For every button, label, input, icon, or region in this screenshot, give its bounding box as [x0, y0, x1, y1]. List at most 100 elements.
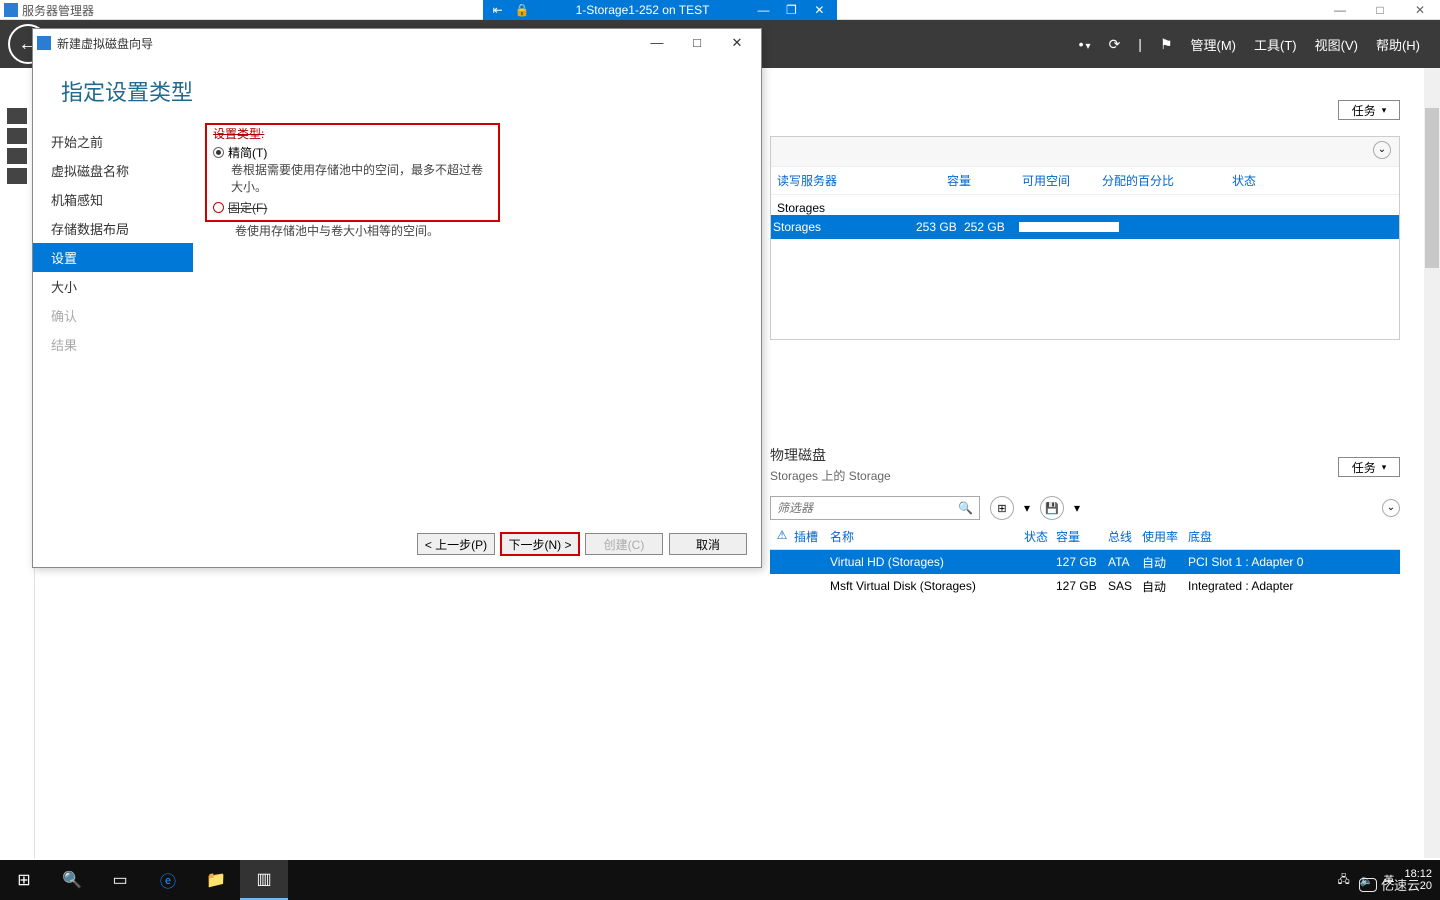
- wizard-nav-before[interactable]: 开始之前: [33, 127, 193, 156]
- col-usage[interactable]: 使用率: [1142, 528, 1188, 545]
- wizard-icon: [37, 36, 51, 50]
- wizard-nav-enclosure[interactable]: 机箱感知: [33, 185, 193, 214]
- notifications-dropdown[interactable]: •: [1079, 36, 1091, 52]
- wizard-minimize-button[interactable]: —: [637, 35, 677, 51]
- wizard-maximize-button[interactable]: □: [677, 35, 717, 51]
- refresh-icon[interactable]: ⟳: [1109, 36, 1121, 53]
- tray-network-icon[interactable]: 🖧: [1338, 871, 1350, 890]
- pool-name: Storages: [771, 220, 916, 234]
- vm-restore-button[interactable]: ❐: [777, 0, 805, 20]
- tasks-dropdown-top[interactable]: 任务: [1338, 100, 1400, 120]
- search-button[interactable]: 🔍: [48, 860, 96, 900]
- pool-free: 252 GB: [964, 220, 1019, 234]
- wizard-titlebar[interactable]: 新建虚拟磁盘向导 — □ ✕: [33, 29, 761, 57]
- physical-disk-row[interactable]: Virtual HD (Storages) 127 GB ATA 自动 PCI …: [770, 550, 1400, 574]
- lock-icon: 🔒: [515, 3, 530, 17]
- col-name[interactable]: 名称: [830, 528, 1024, 545]
- vm-titlebar: 服务器管理器 ⇤ 🔒 1-Storage1-252 on TEST — ❐ ✕ …: [0, 0, 1440, 20]
- menu-help[interactable]: 帮助(H): [1376, 35, 1420, 54]
- task-view-button[interactable]: ▭: [96, 860, 144, 900]
- prev-button[interactable]: < 上一步(P): [417, 533, 495, 555]
- tasks-dropdown-physdisk[interactable]: 任务: [1338, 457, 1400, 477]
- vm-connection-bar[interactable]: ⇤ 🔒 1-Storage1-252 on TEST — ❐ ✕: [483, 0, 838, 20]
- watermark-icon: [1359, 878, 1377, 892]
- wizard-heading: 指定设置类型: [33, 57, 761, 119]
- col-bus[interactable]: 总线: [1108, 528, 1142, 545]
- app-titlebar: 服务器管理器: [0, 0, 94, 20]
- col-slot[interactable]: 插槽: [794, 528, 830, 545]
- app-title: 服务器管理器: [22, 2, 94, 19]
- col-capacity[interactable]: 容量: [1056, 528, 1108, 545]
- nav-file-services-icon[interactable]: [7, 168, 27, 184]
- physical-disk-title: 物理磁盘: [770, 445, 1400, 465]
- wizard-close-button[interactable]: ✕: [717, 35, 757, 51]
- collapse-physdisk-icon[interactable]: ⌄: [1382, 499, 1400, 517]
- wizard-title: 新建虚拟磁盘向导: [57, 35, 153, 52]
- server-manager-taskbar-icon[interactable]: ▥: [240, 860, 288, 900]
- nav-dashboard-icon[interactable]: [7, 108, 27, 124]
- wizard-nav-layout[interactable]: 存储数据布局: [33, 214, 193, 243]
- filter-save-icon[interactable]: 💾: [1040, 496, 1064, 520]
- col-status[interactable]: 状态: [1232, 172, 1256, 189]
- physical-disk-row[interactable]: Msft Virtual Disk (Storages) 127 GB SAS …: [770, 574, 1400, 598]
- col-pct[interactable]: 分配的百分比: [1102, 172, 1202, 189]
- nav-local-server-icon[interactable]: [7, 128, 27, 144]
- wizard-nav-size[interactable]: 大小: [33, 272, 193, 301]
- outer-restore-button[interactable]: □: [1360, 0, 1400, 19]
- thin-option[interactable]: 精简(T): [213, 144, 492, 161]
- storage-pool-columns: 读写服务器 容量 可用空间 分配的百分比 状态: [771, 167, 1399, 195]
- nav-all-servers-icon[interactable]: [7, 148, 27, 164]
- col-capacity[interactable]: 容量: [947, 172, 992, 189]
- pin-icon[interactable]: ⇤: [493, 3, 503, 17]
- col-warn-icon[interactable]: ⚠: [770, 528, 794, 545]
- taskbar: ⊞ 🔍 ▭ ⓔ 📁 ▥ 🖧 🔈 英 18:12 20 亿速云: [0, 860, 1440, 900]
- explorer-icon[interactable]: 📁: [192, 860, 240, 900]
- col-free[interactable]: 可用空间: [1022, 172, 1072, 189]
- server-manager-icon: [4, 3, 18, 17]
- menu-view[interactable]: 视图(V): [1315, 35, 1358, 54]
- search-icon[interactable]: 🔍: [958, 501, 973, 515]
- menu-tools[interactable]: 工具(T): [1254, 35, 1297, 54]
- outer-minimize-button[interactable]: —: [1320, 0, 1360, 19]
- filter-input-wrap[interactable]: 🔍: [770, 496, 980, 520]
- wizard-nav-confirm: 确认: [33, 301, 193, 330]
- flag-icon[interactable]: ⚑: [1160, 36, 1173, 53]
- content-scrollbar[interactable]: [1424, 68, 1440, 858]
- wizard-nav-result: 结果: [33, 330, 193, 359]
- wizard-nav-diskname[interactable]: 虚拟磁盘名称: [33, 156, 193, 185]
- outer-close-button[interactable]: ✕: [1400, 0, 1440, 19]
- start-button[interactable]: ⊞: [0, 860, 48, 900]
- pool-capacity: 253 GB: [916, 220, 964, 234]
- vm-minimize-button[interactable]: —: [749, 0, 777, 20]
- vm-close-button[interactable]: ✕: [805, 0, 833, 20]
- col-chassis[interactable]: 底盘: [1188, 528, 1400, 545]
- thin-label: 精简(T): [228, 144, 267, 161]
- ie-icon[interactable]: ⓔ: [144, 860, 192, 900]
- physical-disk-subtitle: Storages 上的 Storage: [770, 467, 1400, 484]
- cancel-button[interactable]: 取消: [669, 533, 747, 555]
- vm-title: 1-Storage1-252 on TEST: [536, 3, 750, 17]
- separator: |: [1138, 36, 1142, 52]
- storage-pool-row-selected[interactable]: Storages 253 GB 252 GB: [771, 215, 1399, 239]
- filter-caret-1[interactable]: ▾: [1024, 501, 1030, 515]
- scrollbar-thumb[interactable]: [1425, 108, 1439, 268]
- storage-pool-group[interactable]: Storages: [777, 201, 1399, 215]
- next-button[interactable]: 下一步(N) >: [501, 533, 579, 555]
- settings-type-highlight: 设置类型: 精简(T) 卷根据需要使用存储池中的空间，最多不超过卷大小。 固定(…: [205, 123, 500, 222]
- fixed-description: 卷使用存储池中与卷大小相等的空间。: [235, 222, 749, 239]
- pool-allocation-bar: [1019, 222, 1119, 232]
- col-status[interactable]: 状态: [1024, 528, 1056, 545]
- fixed-label: 固定(F): [228, 199, 267, 216]
- collapse-icon[interactable]: ⌄: [1373, 141, 1391, 159]
- wizard-nav-settings[interactable]: 设置: [33, 243, 193, 272]
- filter-input[interactable]: [771, 501, 951, 515]
- filter-options-icon[interactable]: ⊞: [990, 496, 1014, 520]
- radio-fixed-icon[interactable]: [213, 202, 224, 213]
- wizard-nav: 开始之前 虚拟磁盘名称 机箱感知 存储数据布局 设置 大小 确认 结果: [33, 119, 193, 519]
- radio-thin-icon[interactable]: [213, 147, 224, 158]
- fixed-option[interactable]: 固定(F): [213, 199, 492, 216]
- filter-caret-2[interactable]: ▾: [1074, 501, 1080, 515]
- col-rw-server[interactable]: 读写服务器: [777, 172, 917, 189]
- wizard-content: 设置类型: 精简(T) 卷根据需要使用存储池中的空间，最多不超过卷大小。 固定(…: [193, 119, 761, 519]
- menu-manage[interactable]: 管理(M): [1191, 35, 1237, 54]
